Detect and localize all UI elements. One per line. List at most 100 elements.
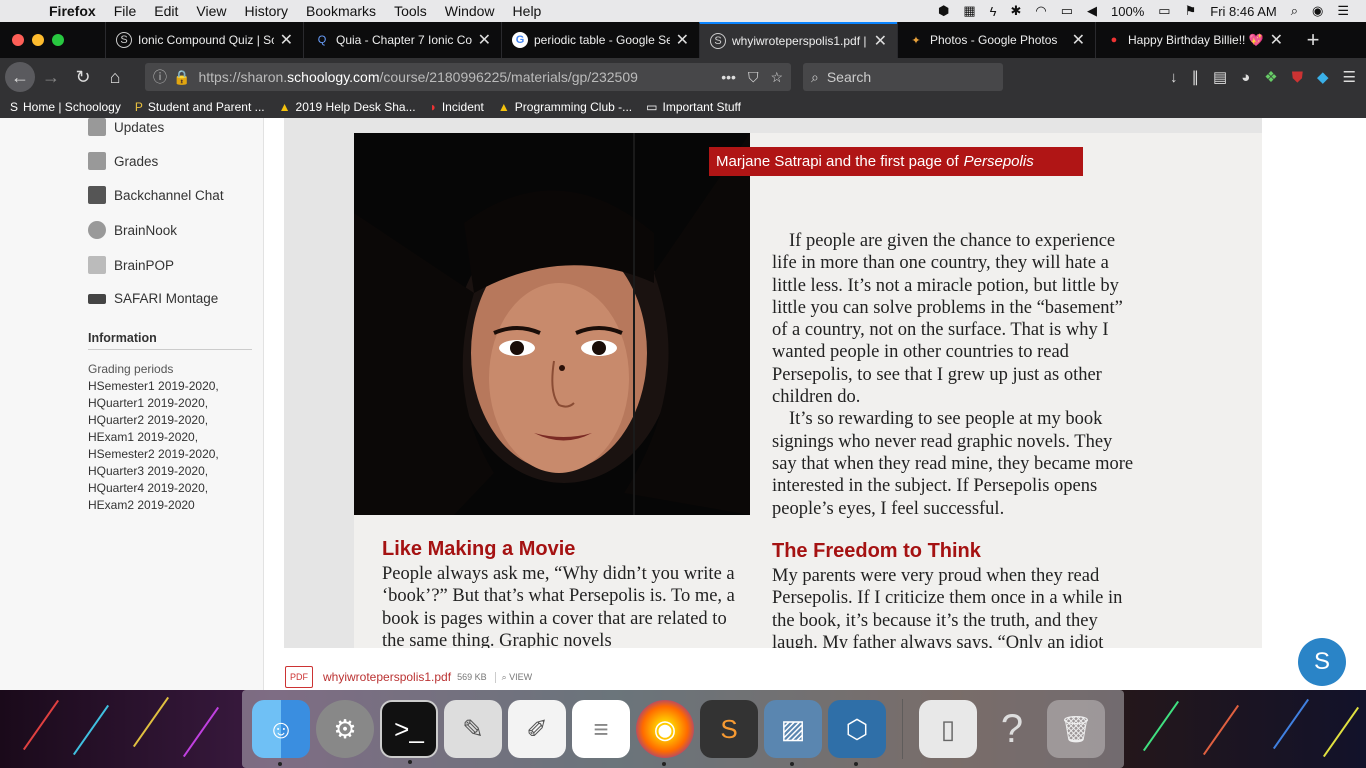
sidebar-item-backchannel-chat[interactable]: Backchannel Chat [88, 186, 224, 204]
desktop-background: ☺ ⚙ >_ ✎ ✐ ≡ ◉ S ▨ ⬡ ▯ ? 🗑 [0, 690, 1366, 768]
heading-freedom-to-think: The Freedom to Think [772, 540, 981, 562]
menu-edit[interactable]: Edit [145, 3, 187, 19]
flag-icon[interactable]: ⚑ [1178, 3, 1204, 19]
document-icon[interactable]: ▯ [919, 700, 977, 758]
bookmark-important-stuff[interactable]: ▭ Important Stuff [646, 100, 741, 114]
extension-icon[interactable]: ❖ [1264, 68, 1277, 86]
spotlight-icon[interactable]: ⌕ [1284, 3, 1305, 19]
paragraph-4: My parents were very proud when they rea… [772, 566, 1123, 648]
sidebar-item-safari-montage[interactable]: SAFARI Montage [88, 291, 218, 306]
notes-icon[interactable]: ≡ [572, 700, 630, 758]
reload-icon[interactable]: ↻ [67, 61, 99, 93]
bookmark-star-icon[interactable]: ☆ [770, 69, 783, 86]
ublock-icon[interactable]: ⛊ [1292, 69, 1303, 86]
tab-happy-birthday[interactable]: ● Happy Birthday Billie!! 💖 ✕ [1095, 22, 1293, 58]
bookmark-incident[interactable]: ◗ Incident [430, 100, 484, 114]
sidebar-icon[interactable]: ▤ [1213, 68, 1227, 86]
pocket-icon[interactable]: ⛉ [748, 69, 759, 86]
volume-icon[interactable]: ◀ [1080, 3, 1104, 19]
bookmark-help-desk[interactable]: ▲ 2019 Help Desk Sha... [279, 100, 416, 114]
sublime-text-icon[interactable]: S [700, 700, 758, 758]
terminal-icon[interactable]: >_ [380, 700, 438, 764]
updates-icon [88, 118, 106, 136]
pdf-viewer[interactable]: Marjane Satrapi and the first page of Per… [284, 118, 1262, 648]
question-mark-icon[interactable]: ? [983, 700, 1041, 758]
extension-blue-icon[interactable]: ◆ [1317, 68, 1329, 86]
grading-period: HExam2 2019-2020 [88, 498, 195, 512]
menu-bookmarks[interactable]: Bookmarks [297, 3, 385, 19]
close-tab-icon[interactable]: ✕ [676, 30, 689, 50]
close-tab-icon[interactable]: ✕ [280, 30, 293, 50]
sidebar-item-grades[interactable]: Grades [88, 152, 158, 170]
bookmark-programming-club[interactable]: ▲ Programming Club -... [498, 100, 632, 114]
wallpaper-streak [1202, 704, 1240, 756]
bookmark-home-schoology[interactable]: S Home | Schoology [10, 100, 121, 114]
close-tab-icon[interactable]: ✕ [1270, 30, 1283, 50]
url-bar[interactable]: ⓘ 🔒 https://sharon.schoology.com/course/… [145, 63, 791, 91]
bluetooth-icon[interactable]: ✱ [1004, 3, 1029, 19]
status-area: ⬢ ▦ ϟ ✱ ◠ ▭ ◀ 100% ▭ ⚑ Fri 8:46 AM ⌕ ◉ ☰ [931, 3, 1366, 19]
preview-icon[interactable]: ▨ [764, 700, 822, 766]
close-tab-icon[interactable]: ✕ [874, 31, 887, 51]
siri-icon[interactable]: ◉ [1305, 3, 1330, 19]
drive-icon[interactable]: ▦ [956, 3, 982, 19]
forward-arrow-icon[interactable]: → [35, 61, 67, 93]
wifi-icon[interactable]: ◠ [1028, 3, 1053, 19]
cube-icon[interactable]: ⬢ [931, 3, 956, 19]
textedit-icon[interactable]: ✐ [508, 700, 566, 758]
page-actions-icon[interactable]: ••• [721, 69, 736, 85]
close-window-icon[interactable] [12, 34, 24, 46]
lock-icon[interactable]: 🔒 [173, 69, 190, 86]
menu-help[interactable]: Help [504, 3, 551, 19]
sidebar-item-updates[interactable]: Updates [88, 118, 164, 136]
grades-icon [88, 152, 106, 170]
script-editor-icon[interactable]: ✎ [444, 700, 502, 758]
notification-center-icon[interactable]: ☰ [1330, 3, 1356, 19]
new-tab-icon[interactable]: + [1293, 22, 1333, 58]
bolt-icon[interactable]: ϟ [983, 4, 1004, 19]
system-preferences-icon[interactable]: ⚙ [316, 700, 374, 758]
virtualbox-icon[interactable]: ⬡ [828, 700, 886, 766]
account-icon[interactable]: ◕ [1241, 69, 1250, 86]
tab-google-photos[interactable]: ✦ Photos - Google Photos ✕ [897, 22, 1095, 58]
trash-icon[interactable]: 🗑 [1047, 700, 1105, 758]
firefox-icon[interactable]: ◉ [636, 700, 694, 766]
view-link[interactable]: ⌕ VIEW [494, 671, 532, 683]
info-icon[interactable]: ⓘ [153, 67, 167, 87]
menu-tools[interactable]: Tools [385, 3, 436, 19]
library-icon[interactable]: ∥ [1192, 68, 1200, 86]
battery-percent[interactable]: 100% [1104, 4, 1151, 19]
finder-icon[interactable]: ☺ [252, 700, 310, 766]
close-tab-icon[interactable]: ✕ [478, 30, 491, 50]
folder-icon: ▭ [646, 100, 658, 114]
sidebar-item-brainnook[interactable]: BrainNook [88, 221, 177, 239]
tab-periodic-table[interactable]: G periodic table - Google Se ✕ [501, 22, 699, 58]
tab-ionic-quiz[interactable]: S Ionic Compound Quiz | Sc ✕ [105, 22, 303, 58]
schoology-chat-button[interactable]: S [1298, 638, 1346, 686]
airplay-icon[interactable]: ▭ [1054, 3, 1080, 19]
tab-title: Photos - Google Photos [930, 33, 1058, 47]
menu-history[interactable]: History [235, 3, 297, 19]
battery-icon[interactable]: ▭ [1151, 3, 1177, 19]
tab-pdf-active[interactable]: S whyiwroteperspolis1.pdf | ✕ [699, 22, 897, 58]
course-sidebar: Updates Grades Backchannel Chat BrainNoo… [0, 118, 264, 690]
menu-window[interactable]: Window [436, 3, 504, 19]
clock[interactable]: Fri 8:46 AM [1203, 4, 1283, 19]
minimize-window-icon[interactable] [32, 34, 44, 46]
bookmark-label: Incident [441, 100, 484, 114]
menu-view[interactable]: View [187, 3, 235, 19]
home-icon[interactable]: ⌂ [99, 61, 131, 93]
download-icon[interactable]: ↓ [1170, 69, 1178, 86]
back-arrow-icon[interactable]: ← [5, 62, 35, 92]
bookmark-student-parent[interactable]: P Student and Parent ... [135, 100, 265, 114]
hamburger-menu-icon[interactable]: ☰ [1343, 68, 1356, 86]
menu-app-name[interactable]: Firefox [40, 3, 105, 19]
sidebar-item-brainpop[interactable]: BrainPOP [88, 256, 174, 274]
url-text[interactable]: https://sharon.schoology.com/course/2180… [198, 69, 709, 85]
tab-quia[interactable]: Q Quia - Chapter 7 Ionic Co ✕ [303, 22, 501, 58]
menu-file[interactable]: File [105, 3, 146, 19]
attachment-link[interactable]: whyiwroteperspolis1.pdf [323, 670, 451, 684]
close-tab-icon[interactable]: ✕ [1072, 30, 1085, 50]
search-box[interactable]: ⌕ Search [803, 63, 1003, 91]
zoom-window-icon[interactable] [52, 34, 64, 46]
